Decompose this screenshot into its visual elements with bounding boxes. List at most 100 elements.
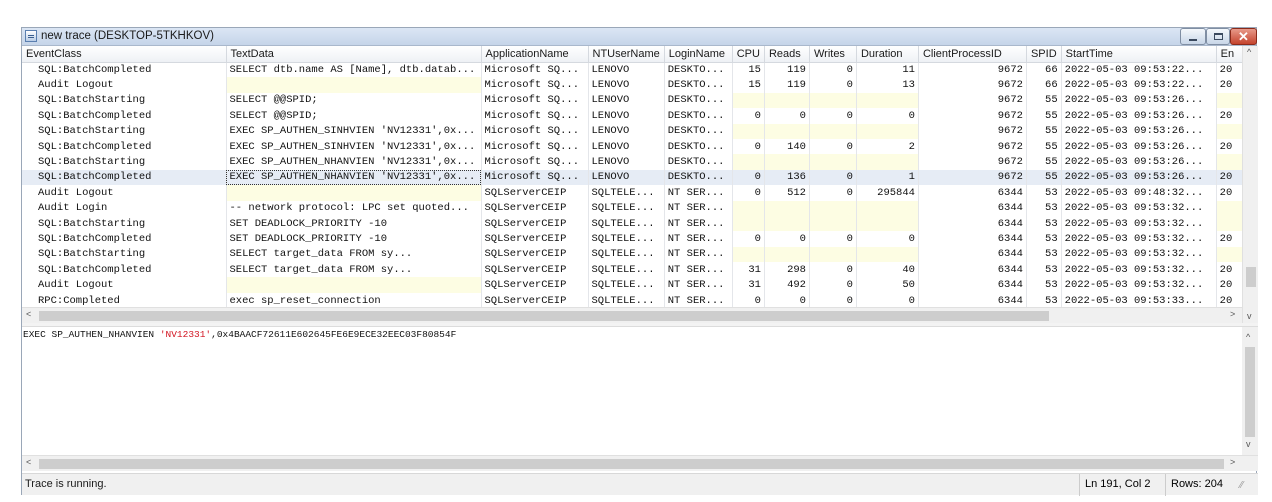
table-cell: 53 — [1026, 262, 1062, 278]
table-cell: SELECT @@SPID; — [226, 92, 482, 109]
table-cell: LENOVO — [588, 123, 665, 139]
table-cell: 1 — [856, 169, 919, 186]
column-header[interactable]: SPID — [1026, 46, 1062, 63]
detail-sql-string: 'NV12331' — [159, 329, 212, 340]
table-row[interactable]: SQL:BatchCompleted EXEC SP_AUTHEN_NHANVIE… — [22, 169, 1247, 186]
column-header[interactable]: NTUserName — [588, 46, 665, 63]
table-row[interactable]: SQL:BatchCompleted SELECT target_data FRO… — [22, 262, 1247, 278]
table-row[interactable]: SQL:BatchStarting EXEC SP_AUTHEN_SINHVIEN… — [22, 123, 1247, 139]
table-cell — [856, 215, 919, 232]
table-cell: 492 — [764, 277, 810, 293]
table-cell: 11 — [856, 62, 919, 78]
table-row[interactable]: SQL:BatchStarting SELECT @@SPID; Microsoft… — [22, 92, 1247, 109]
table-cell — [856, 92, 919, 109]
detail-scroll-up-icon[interactable]: ^ — [1246, 332, 1250, 342]
table-row[interactable]: SQL:BatchStarting SET DEADLOCK_PRIORITY -… — [22, 215, 1247, 232]
scroll-left-icon[interactable]: < — [26, 309, 31, 319]
column-header[interactable]: CPU — [732, 46, 765, 63]
detail-scroll-right-icon[interactable]: > — [1230, 457, 1235, 467]
minimize-button[interactable] — [1180, 28, 1206, 45]
table-cell: NT SER... — [664, 292, 733, 309]
window-title: new trace (DESKTOP-5TKHKOV) — [41, 30, 214, 42]
grid-horizontal-scroll-thumb[interactable] — [39, 311, 1049, 321]
table-cell — [732, 92, 765, 109]
scroll-down-icon[interactable]: v — [1247, 311, 1252, 321]
table-cell: SET DEADLOCK_PRIORITY -10 — [226, 231, 482, 247]
table-row[interactable]: SQL:BatchCompleted SELECT dtb.name AS [Na… — [22, 62, 1247, 78]
scroll-up-icon[interactable]: ^ — [1247, 47, 1251, 57]
grid-vertical-scroll-thumb[interactable] — [1246, 267, 1256, 287]
detail-horizontal-scroll-thumb[interactable] — [39, 459, 1224, 469]
column-header[interactable]: StartTime — [1061, 46, 1217, 63]
maximize-button[interactable] — [1206, 28, 1230, 45]
table-row[interactable]: SQL:BatchStarting EXEC SP_AUTHEN_NHANVIEN… — [22, 154, 1247, 170]
table-row[interactable]: Audit Login -- network protocol: LPC set … — [22, 200, 1247, 216]
table-cell: NT SER... — [664, 200, 733, 216]
column-header[interactable]: Reads — [764, 46, 810, 63]
table-cell: EXEC SP_AUTHEN_NHANVIEN 'NV12331',0x... — [226, 154, 482, 170]
table-cell: SQLTELE... — [588, 246, 665, 263]
textdata-detail-pane[interactable]: EXEC SP_AUTHEN_NHANVIEN 'NV12331',0x4BAA… — [22, 327, 1242, 457]
table-cell: 0 — [809, 231, 857, 247]
table-cell: DESKTO... — [664, 154, 733, 170]
table-cell: 40 — [856, 262, 919, 278]
table-cell: 0 — [764, 108, 810, 124]
table-row[interactable]: SQL:BatchCompleted SET DEADLOCK_PRIORITY … — [22, 231, 1247, 247]
table-cell: 6344 — [918, 246, 1027, 263]
table-cell: SQLTELE... — [588, 262, 665, 278]
table-cell: 53 — [1026, 246, 1062, 263]
table-cell: SQL:BatchStarting — [22, 154, 227, 170]
title-bar[interactable]: new trace (DESKTOP-5TKHKOV) ✕ — [22, 28, 1257, 46]
column-header[interactable]: ClientProcessID — [918, 46, 1027, 63]
table-cell: 0 — [809, 292, 857, 309]
table-cell: SELECT target_data FROM sy... — [226, 262, 482, 278]
column-header[interactable]: ApplicationName — [481, 46, 589, 63]
detail-scroll-left-icon[interactable]: < — [26, 457, 31, 467]
trace-grid[interactable]: EventClass TextData ApplicationName NTUserN… — [22, 46, 1258, 334]
table-cell: DESKTO... — [664, 169, 733, 186]
detail-horizontal-scrollbar[interactable]: < > — [22, 455, 1258, 471]
table-cell — [856, 246, 919, 263]
table-cell: 2022-05-03 09:53:32... — [1061, 231, 1217, 247]
table-cell: LENOVO — [588, 92, 665, 109]
table-row[interactable]: SQL:BatchCompleted EXEC SP_AUTHEN_SINHVIE… — [22, 138, 1247, 155]
table-cell: 2022-05-03 09:53:32... — [1061, 246, 1217, 263]
grid-vertical-scrollbar[interactable]: ^ v — [1242, 46, 1258, 334]
column-header[interactable]: EventClass — [22, 46, 227, 63]
column-header[interactable]: Duration — [856, 46, 919, 63]
table-cell: SQLServerCEIP — [481, 231, 589, 247]
scroll-right-icon[interactable]: > — [1230, 309, 1235, 319]
grid-horizontal-scrollbar[interactable]: < > — [22, 307, 1242, 323]
column-header[interactable]: LoginName — [664, 46, 733, 63]
table-row[interactable]: Audit Logout Microsoft SQ... LENOVO DESKTO.… — [22, 77, 1247, 93]
table-cell: 0 — [809, 262, 857, 278]
table-cell — [856, 200, 919, 216]
table-cell: SQLTELE... — [588, 200, 665, 216]
table-row[interactable]: Audit Logout SQLServerCEIP SQLTELE... NT SE… — [22, 185, 1247, 201]
table-row[interactable]: SQL:BatchCompleted SELECT @@SPID; Microsof… — [22, 108, 1247, 124]
table-row[interactable]: SQL:BatchStarting SELECT target_data FROM… — [22, 246, 1247, 263]
detail-scroll-down-icon[interactable]: v — [1246, 439, 1251, 449]
table-cell: 2022-05-03 09:53:22... — [1061, 62, 1217, 78]
table-cell: 0 — [732, 231, 765, 247]
table-row[interactable]: RPC:Completed exec sp_reset_connection SQL… — [22, 292, 1247, 309]
table-cell — [809, 215, 857, 232]
table-cell: SELECT dtb.name AS [Name], dtb.datab... — [226, 62, 482, 78]
detail-vertical-scrollbar[interactable]: ^ v — [1242, 327, 1258, 457]
table-cell: SQLServerCEIP — [481, 292, 589, 309]
table-cell: 6344 — [918, 215, 1027, 232]
table-cell: 0 — [732, 108, 765, 124]
detail-vertical-scroll-thumb[interactable] — [1245, 347, 1255, 437]
table-cell: SQLServerCEIP — [481, 277, 589, 293]
close-button[interactable]: ✕ — [1230, 28, 1257, 45]
table-cell: 0 — [732, 292, 765, 309]
table-cell: 0 — [809, 77, 857, 93]
resize-grip-icon[interactable]: ⁄⁄ — [1240, 480, 1243, 491]
column-header[interactable]: Writes — [809, 46, 857, 63]
column-header[interactable]: TextData — [226, 46, 482, 63]
table-cell — [732, 215, 765, 232]
table-cell: SQL:BatchCompleted — [22, 262, 227, 278]
table-cell: SQLTELE... — [588, 277, 665, 293]
table-row[interactable]: Audit Logout SQLServerCEIP SQLTELE... NT SE… — [22, 277, 1247, 293]
table-cell: SQLServerCEIP — [481, 262, 589, 278]
